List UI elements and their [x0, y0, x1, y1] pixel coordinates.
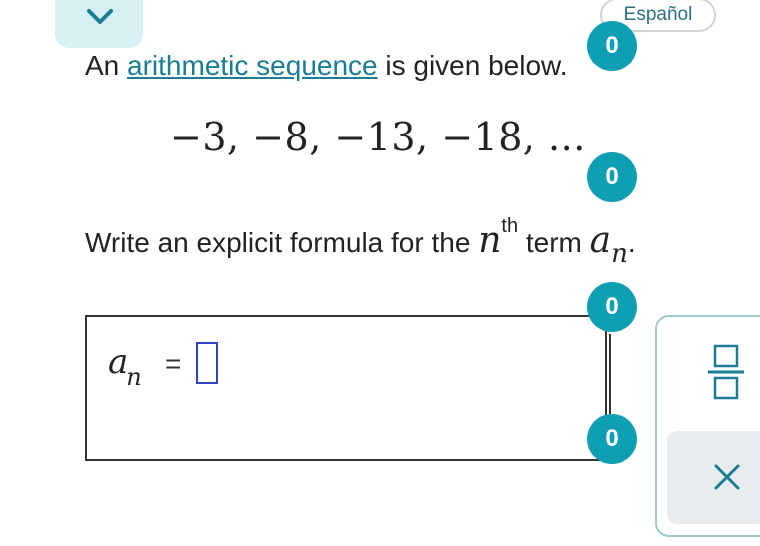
prompt-middle: term	[518, 227, 590, 258]
chevron-down-icon	[87, 9, 113, 24]
answer-lhs: an	[108, 342, 144, 391]
answer-var-subscript: n	[126, 363, 142, 391]
intro-count-badge: 0	[587, 21, 637, 71]
answer-box-divider	[609, 334, 611, 414]
answer-input-area[interactable]	[85, 315, 607, 461]
fraction-icon	[708, 344, 744, 400]
question-prompt: Write an explicit formula for the nth te…	[85, 215, 636, 269]
close-icon	[714, 464, 740, 490]
intro-suffix: is given below.	[377, 50, 568, 81]
equals-sign: =	[165, 348, 182, 379]
sequence-count-badge: 0	[587, 152, 637, 202]
prompt-var-a: a	[589, 220, 612, 261]
prompt-var-n: n	[478, 220, 502, 261]
collapse-toggle-button[interactable]	[55, 0, 143, 48]
intro-prefix: An	[85, 50, 128, 81]
answer-bottom-count-badge: 0	[587, 414, 637, 464]
clear-button[interactable]	[667, 431, 760, 524]
prompt-suffix: .	[627, 227, 636, 258]
question-intro: An arithmetic sequence is given below.	[85, 50, 568, 82]
arithmetic-sequence-link[interactable]: arithmetic sequence	[127, 50, 378, 81]
answer-top-count-badge: 0	[587, 282, 637, 332]
sequence-terms: −3, −8, −13, −18, ...	[170, 115, 586, 159]
fraction-button[interactable]	[702, 342, 752, 404]
answer-input-cursor[interactable]	[196, 342, 218, 384]
prompt-superscript: th	[501, 215, 519, 237]
prompt-prefix: Write an explicit formula for the	[85, 227, 479, 258]
prompt-subscript: n	[611, 239, 628, 269]
